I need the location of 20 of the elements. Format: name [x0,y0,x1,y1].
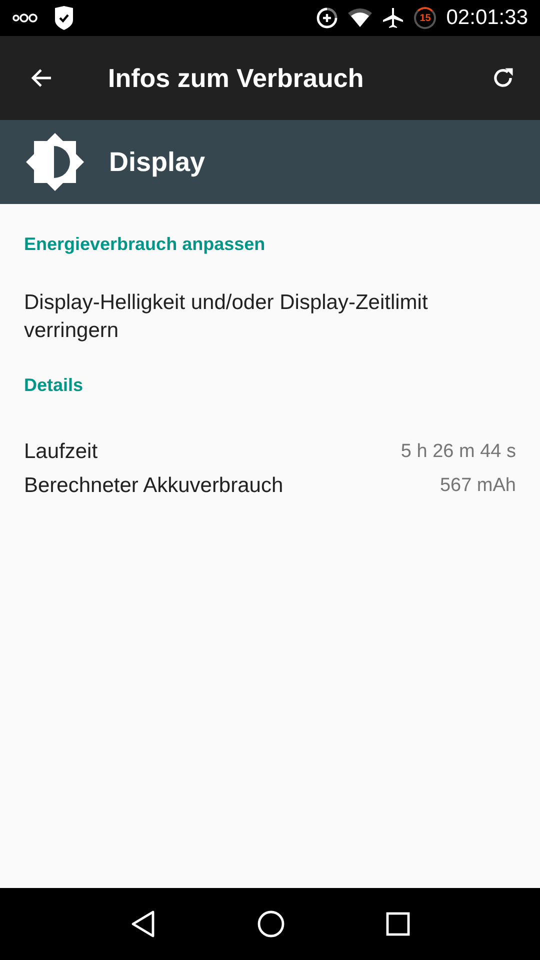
detail-label: Berechneter Akkuverbrauch [24,474,284,498]
section-heading: Details [24,375,84,396]
detail-label: Laufzeit [24,440,98,464]
airplane-icon [382,7,404,29]
detail-value: 5 h 26 m 44 s [400,441,516,463]
app-bar-title: Infos zum Verbrauch [108,62,365,94]
wifi-icon [348,8,372,28]
clock-time: 02:01:33 [446,6,528,30]
detail-value: 567 mAh [440,475,516,497]
shield-icon [54,6,74,30]
tip-text: Display-Helligkeit und/oder Display-Zeitlimit verringern [24,290,429,344]
back-icon[interactable] [130,910,156,938]
section-heading: Energieverbrauch anpassen [24,234,266,255]
data-saver-icon [316,7,338,29]
timer-badge: 15 [414,7,436,29]
link-icon [12,12,38,24]
recents-icon[interactable] [386,912,410,936]
brightness-icon [26,133,84,191]
home-icon[interactable] [256,910,285,938]
header-title: Display [109,146,206,178]
